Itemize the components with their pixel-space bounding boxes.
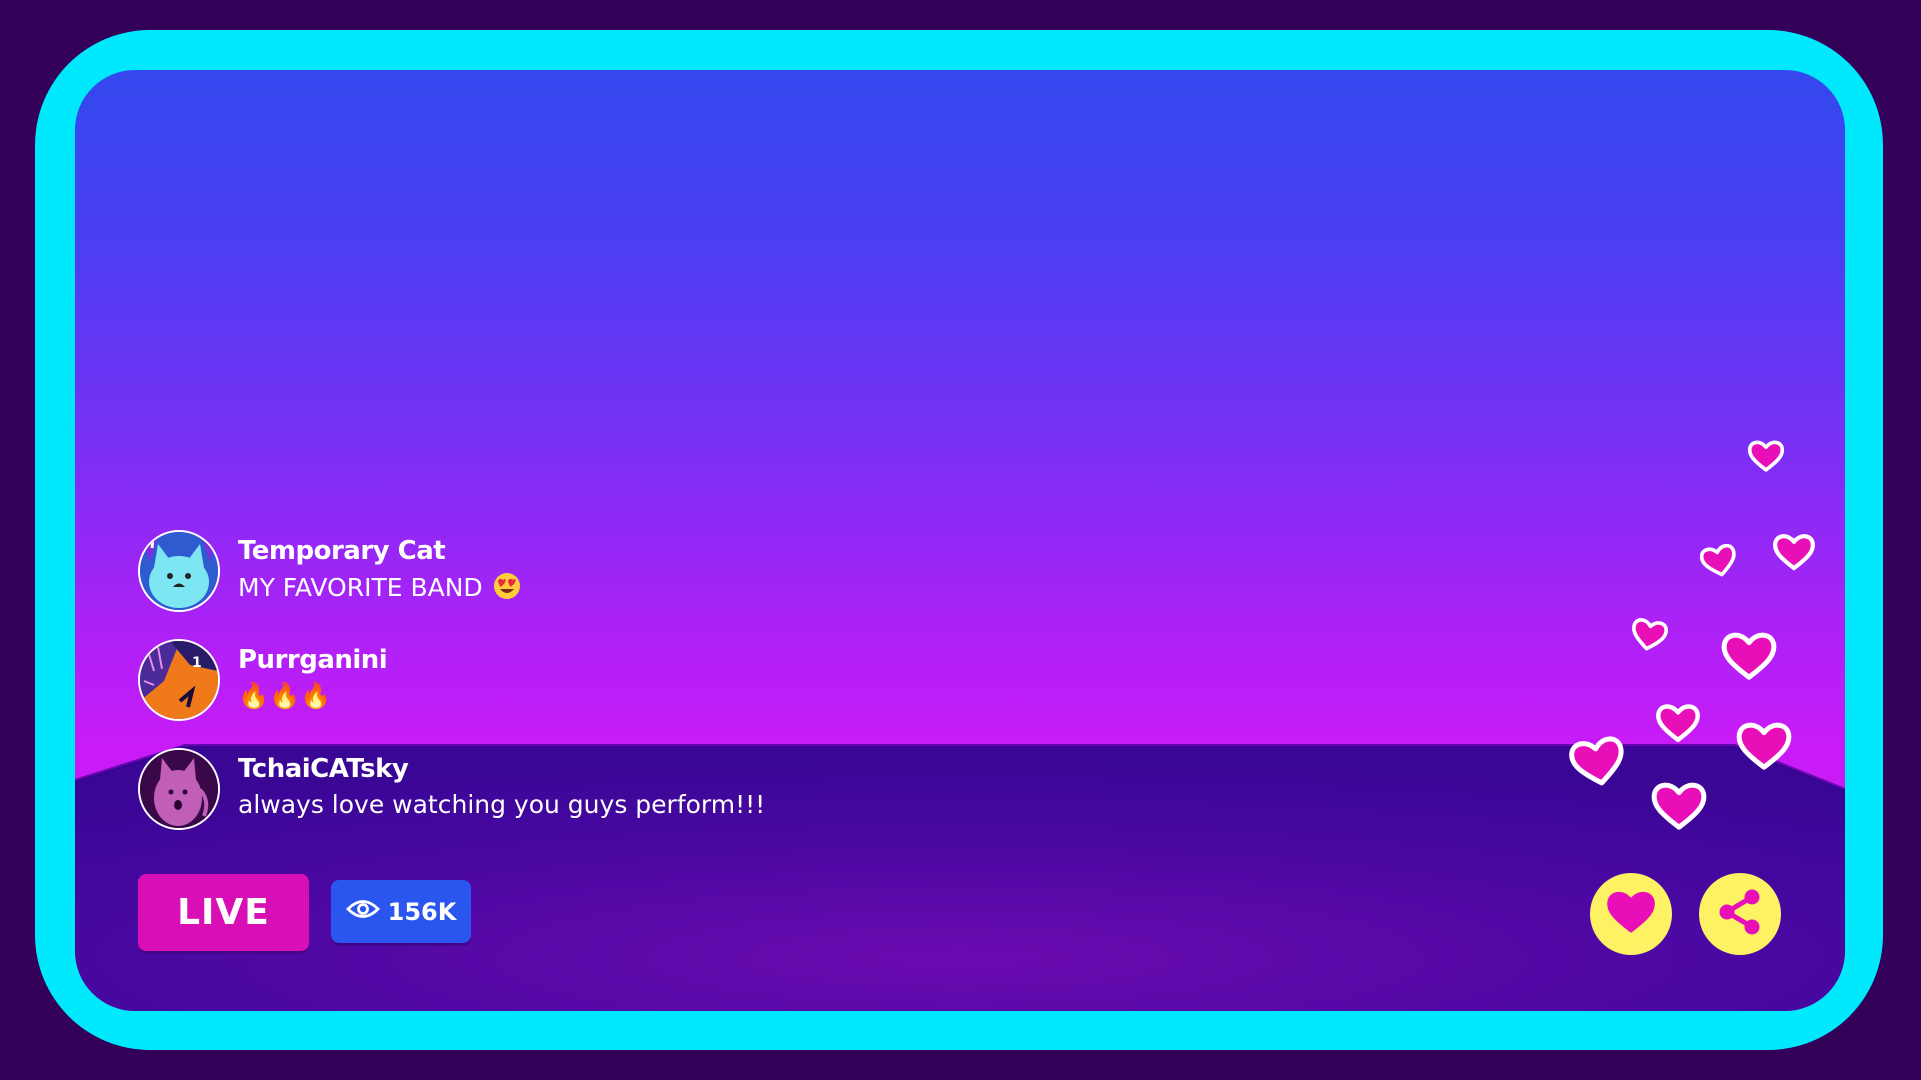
- heart-icon: [1773, 534, 1815, 571]
- chat-text: MY FAVORITE BAND: [238, 573, 483, 602]
- heart-icon: [1656, 704, 1700, 743]
- heart-icon: [1700, 544, 1736, 577]
- heart-icon: [1569, 736, 1624, 786]
- heart-eyes-emoji-icon: [493, 572, 521, 606]
- eye-icon: [345, 898, 380, 926]
- live-badge: LIVE: [138, 874, 309, 951]
- share-button[interactable]: [1699, 873, 1781, 955]
- chat-username[interactable]: TchaiCATsky: [238, 754, 409, 784]
- chat-username[interactable]: Temporary Cat: [238, 536, 446, 566]
- svg-text:1: 1: [192, 655, 202, 671]
- heart-icon: [1651, 782, 1707, 830]
- heart-icon: [1605, 889, 1657, 939]
- like-button[interactable]: [1590, 873, 1672, 955]
- chat-text: 🔥🔥🔥: [238, 681, 332, 710]
- heart-icon: [1736, 722, 1792, 770]
- avatar[interactable]: 1: [138, 639, 220, 721]
- heart-icon: [1747, 440, 1785, 472]
- avatar[interactable]: [138, 748, 220, 830]
- heart-icon: [1721, 632, 1777, 680]
- viewer-count-badge: 156K: [331, 880, 471, 943]
- avatar[interactable]: [138, 530, 220, 612]
- chat-username[interactable]: Purrganini: [238, 645, 388, 675]
- stream-screen: Temporary Cat MY FAVORITE BAND 1 Purrgan…: [75, 70, 1845, 1011]
- chat-message: TchaiCATsky always love watching you guy…: [138, 748, 938, 832]
- chat-text: always love watching you guys perform!!!: [238, 790, 766, 819]
- share-icon: [1714, 886, 1766, 942]
- chat-message: 1 Purrganini 🔥🔥🔥: [138, 639, 938, 723]
- chat-message: Temporary Cat MY FAVORITE BAND: [138, 530, 938, 614]
- heart-icon: [1632, 618, 1668, 651]
- viewer-count: 156K: [387, 897, 457, 926]
- chat-text-row: MY FAVORITE BAND: [238, 572, 521, 606]
